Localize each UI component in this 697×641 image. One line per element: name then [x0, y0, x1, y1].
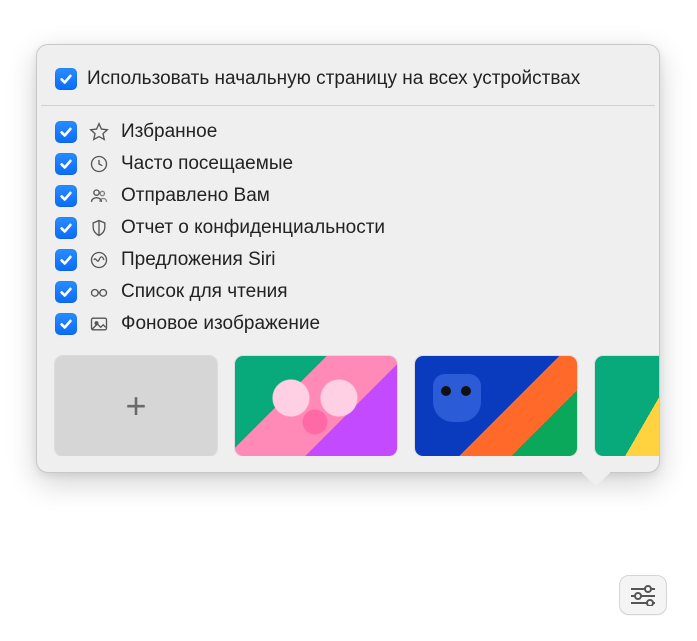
shield-icon [87, 217, 111, 239]
clock-icon [87, 153, 111, 175]
option-favorites[interactable]: Избранное [55, 116, 641, 148]
sync-section: Использовать начальную страницу на всех … [37, 59, 659, 105]
option-siri-suggestions[interactable]: Предложения Siri [55, 244, 641, 276]
sync-checkbox[interactable] [55, 68, 77, 90]
shared-label: Отправлено Вам [121, 185, 270, 207]
siri-icon [87, 249, 111, 271]
plus-icon: + [125, 385, 146, 427]
siri-label: Предложения Siri [121, 249, 276, 271]
background-thumbnail[interactable] [235, 356, 397, 456]
option-shared-with-you[interactable]: Отправлено Вам [55, 180, 641, 212]
background-checkbox[interactable] [55, 313, 77, 335]
option-background-image[interactable]: Фоновое изображение [55, 308, 641, 340]
background-thumbnails: + [37, 346, 659, 456]
background-label: Фоновое изображение [121, 313, 320, 335]
glasses-icon [87, 281, 111, 303]
frequently-visited-checkbox[interactable] [55, 153, 77, 175]
frequently-visited-label: Часто посещаемые [121, 153, 293, 175]
privacy-checkbox[interactable] [55, 217, 77, 239]
options-list: Избранное Часто посещаемые Отправлено Ва… [37, 106, 659, 346]
image-icon [87, 313, 111, 335]
shared-checkbox[interactable] [55, 185, 77, 207]
sync-row[interactable]: Использовать начальную страницу на всех … [55, 63, 641, 95]
sync-label: Использовать начальную страницу на всех … [87, 68, 580, 90]
favorites-label: Избранное [121, 121, 217, 143]
reading-list-label: Список для чтения [121, 281, 288, 303]
privacy-label: Отчет о конфиденциальности [121, 217, 385, 239]
favorites-checkbox[interactable] [55, 121, 77, 143]
background-thumbnail[interactable] [415, 356, 577, 456]
people-icon [87, 185, 111, 207]
background-thumbnail[interactable] [595, 356, 659, 456]
sliders-icon [629, 584, 657, 606]
add-background-button[interactable]: + [55, 356, 217, 456]
option-reading-list[interactable]: Список для чтения [55, 276, 641, 308]
option-frequently-visited[interactable]: Часто посещаемые [55, 148, 641, 180]
option-privacy-report[interactable]: Отчет о конфиденциальности [55, 212, 641, 244]
siri-checkbox[interactable] [55, 249, 77, 271]
star-icon [87, 121, 111, 143]
start-page-settings-popover: Использовать начальную страницу на всех … [36, 44, 660, 473]
reading-list-checkbox[interactable] [55, 281, 77, 303]
customize-start-page-button[interactable] [619, 575, 667, 615]
